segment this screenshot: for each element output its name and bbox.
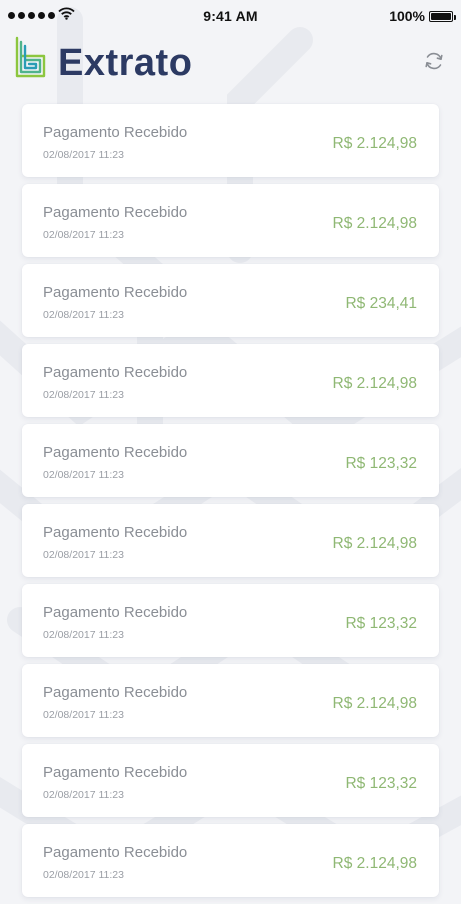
transaction-card[interactable]: Pagamento Recebido 02/08/2017 11:23 R$ 2…: [22, 664, 439, 737]
refresh-icon[interactable]: [423, 50, 445, 72]
transaction-list: Pagamento Recebido 02/08/2017 11:23 R$ 2…: [22, 104, 439, 904]
transaction-label: Pagamento Recebido: [43, 364, 188, 381]
transaction-amount: R$ 2.124,98: [332, 135, 417, 152]
page-title: Extrato: [58, 42, 193, 84]
transaction-amount: R$ 2.124,98: [332, 695, 417, 712]
transaction-amount: R$ 234,41: [345, 295, 417, 312]
transaction-date: 02/08/2017 11:23: [43, 389, 124, 401]
transaction-label: Pagamento Recebido: [43, 524, 188, 541]
header: Extrato: [0, 32, 461, 96]
transaction-label: Pagamento Recebido: [43, 844, 188, 861]
transaction-card[interactable]: Pagamento Recebido 02/08/2017 11:23 R$ 2…: [22, 504, 439, 577]
transaction-card[interactable]: Pagamento Recebido 02/08/2017 11:23 R$ 2…: [22, 184, 439, 257]
transaction-date: 02/08/2017 11:23: [43, 149, 124, 161]
transaction-date: 02/08/2017 11:23: [43, 789, 124, 801]
transaction-label: Pagamento Recebido: [43, 764, 188, 781]
transaction-label: Pagamento Recebido: [43, 124, 188, 141]
transaction-amount: R$ 2.124,98: [332, 375, 417, 392]
battery-percentage: 100%: [389, 8, 425, 24]
transaction-label: Pagamento Recebido: [43, 284, 188, 301]
transaction-amount: R$ 123,32: [345, 775, 417, 792]
transaction-label: Pagamento Recebido: [43, 604, 188, 621]
transaction-amount: R$ 2.124,98: [332, 855, 417, 872]
battery-indicator: 100%: [389, 8, 456, 24]
transaction-date: 02/08/2017 11:23: [43, 549, 124, 561]
transaction-label: Pagamento Recebido: [43, 204, 188, 221]
transaction-amount: R$ 123,32: [345, 455, 417, 472]
transaction-date: 02/08/2017 11:23: [43, 309, 124, 321]
transaction-label: Pagamento Recebido: [43, 444, 188, 461]
transaction-card[interactable]: Pagamento Recebido 02/08/2017 11:23 R$ 2…: [22, 264, 439, 337]
transaction-amount: R$ 123,32: [345, 615, 417, 632]
transaction-card[interactable]: Pagamento Recebido 02/08/2017 11:23 R$ 1…: [22, 424, 439, 497]
transaction-card[interactable]: Pagamento Recebido 02/08/2017 11:23 R$ 2…: [22, 824, 439, 897]
transaction-label: Pagamento Recebido: [43, 684, 188, 701]
transaction-card[interactable]: Pagamento Recebido 02/08/2017 11:23 R$ 2…: [22, 344, 439, 417]
status-bar: 9:41 AM 100%: [0, 0, 461, 32]
transaction-date: 02/08/2017 11:23: [43, 229, 124, 241]
transaction-date: 02/08/2017 11:23: [43, 869, 124, 881]
transaction-date: 02/08/2017 11:23: [43, 469, 124, 481]
transaction-card[interactable]: Pagamento Recebido 02/08/2017 11:23 R$ 1…: [22, 584, 439, 657]
logo-b-icon: [15, 36, 46, 78]
transaction-card[interactable]: Pagamento Recebido 02/08/2017 11:23 R$ 2…: [22, 104, 439, 177]
transaction-date: 02/08/2017 11:23: [43, 629, 124, 641]
transaction-amount: R$ 2.124,98: [332, 535, 417, 552]
transaction-date: 02/08/2017 11:23: [43, 709, 124, 721]
battery-icon: [429, 10, 456, 22]
transaction-amount: R$ 2.124,98: [332, 215, 417, 232]
transaction-card[interactable]: Pagamento Recebido 02/08/2017 11:23 R$ 1…: [22, 744, 439, 817]
